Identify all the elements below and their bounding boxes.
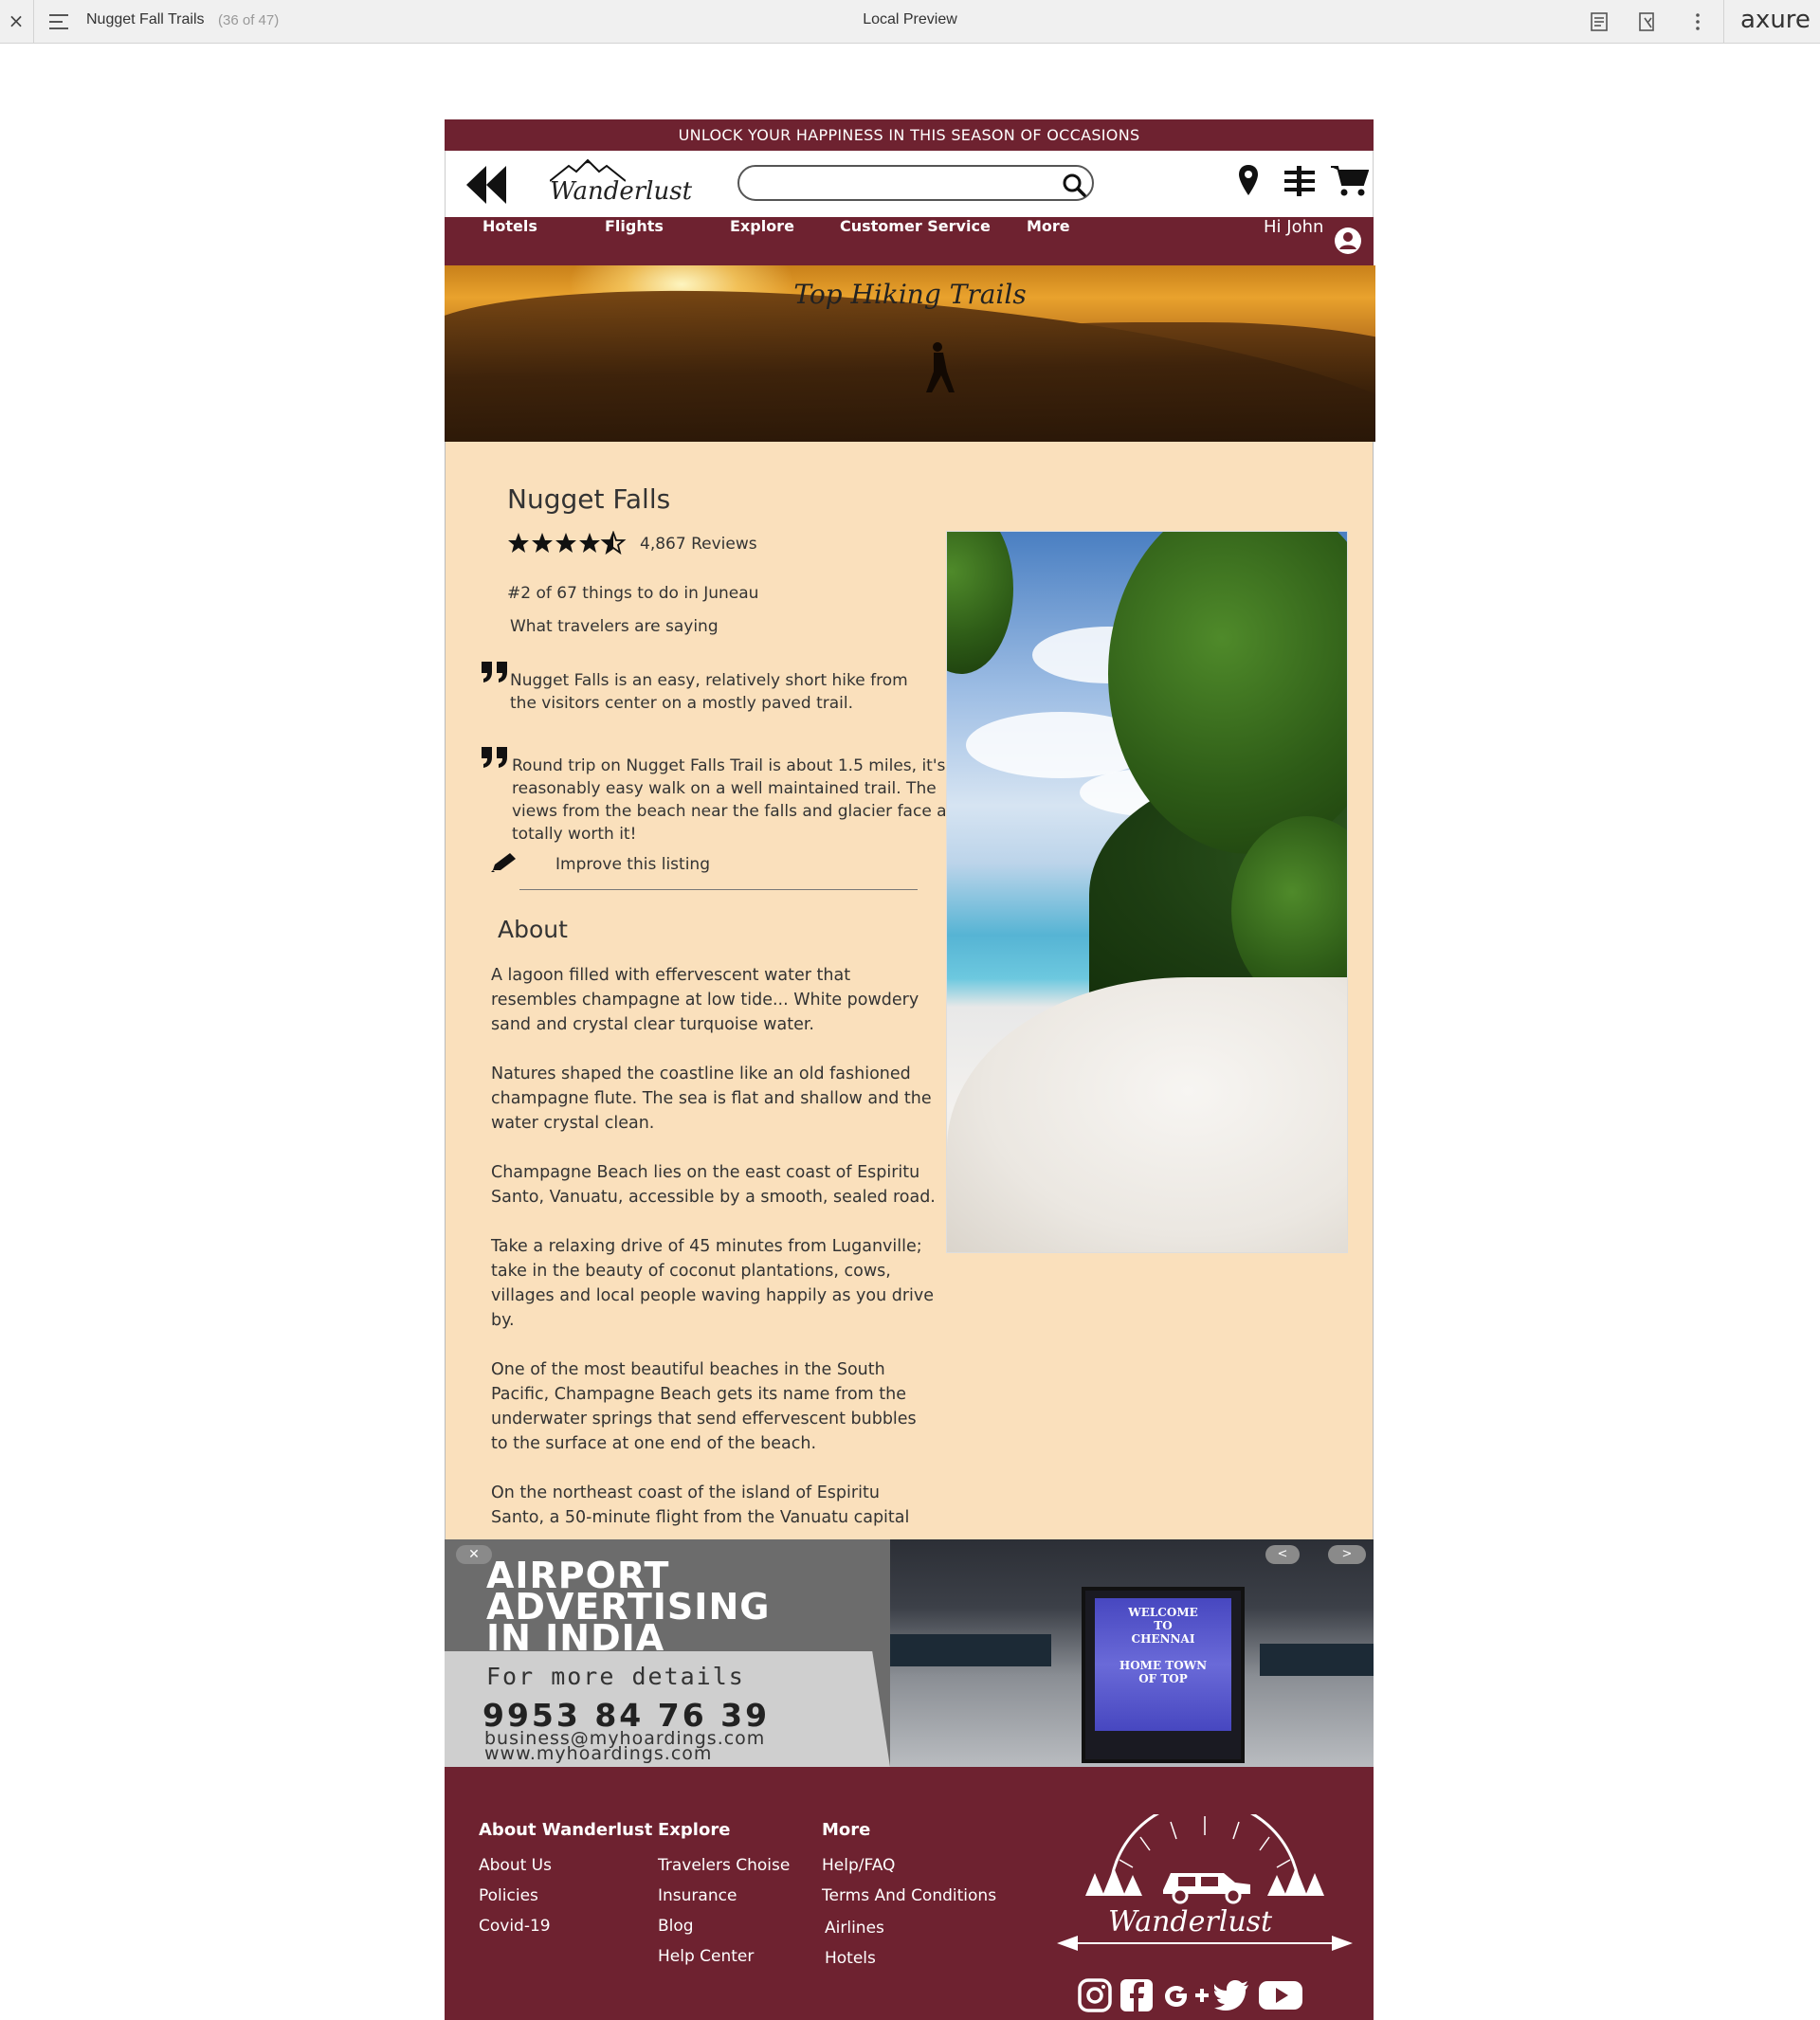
rating-stars-icon	[508, 532, 625, 554]
footer-link[interactable]: Help Center	[658, 1947, 754, 1966]
site-logo[interactable]: Wanderlust	[550, 177, 692, 206]
axure-logo: axure	[1740, 6, 1811, 34]
ad-prev-button[interactable]: <	[1265, 1545, 1300, 1564]
ad-screen-text: WELCOME TO CHENNAI HOME TOWN OF TOP	[1095, 1598, 1231, 1731]
listing-title: Nugget Falls	[507, 483, 671, 515]
about-paragraph: A lagoon filled with effervescent water …	[491, 966, 919, 1034]
preview-mode-label: Local Preview	[863, 11, 957, 27]
ad-contact: business@myhoardings.com www.myhoardings…	[484, 1730, 765, 1763]
ad-close-button[interactable]: ✕	[456, 1545, 492, 1564]
reviews-heading: What travelers are saying	[510, 617, 719, 636]
listing-rank: #2 of 67 things to do in Juneau	[507, 584, 759, 603]
twitter-icon[interactable]	[1214, 1978, 1250, 2012]
back-icon[interactable]	[466, 164, 506, 206]
improve-listing-link[interactable]: Improve this listing	[555, 855, 710, 874]
main-nav: Hotels Flights Explore Customer Service …	[445, 217, 1374, 265]
ad-counter-shape	[1260, 1644, 1374, 1676]
ad-display-screen: WELCOME TO CHENNAI HOME TOWN OF TOP	[1082, 1587, 1245, 1763]
divider	[519, 889, 918, 890]
inspect-icon[interactable]	[1636, 10, 1659, 33]
ad-next-button[interactable]: >	[1328, 1545, 1366, 1564]
site-header: Wanderlust	[445, 151, 1374, 217]
quote-icon	[482, 662, 507, 682]
preview-page-title: Nugget Fall Trails	[86, 11, 205, 27]
footer-link[interactable]: Airlines	[825, 1919, 884, 1938]
cart-icon[interactable]	[1331, 164, 1369, 198]
footer-link[interactable]: Blog	[658, 1917, 694, 1936]
about-paragraph: Champagne Beach lies on the east coast o…	[491, 1163, 936, 1207]
prototype-page: UNLOCK YOUR HAPPINESS IN THIS SEASON OF …	[445, 119, 1375, 2020]
preview-toolbar: × Nugget Fall Trails (36 of 47) Local Pr…	[0, 0, 1820, 44]
footer-link[interactable]: Covid-19	[479, 1917, 551, 1936]
about-paragraph: One of the most beautiful beaches in the…	[491, 1360, 917, 1453]
footer-link[interactable]: Terms And Conditions	[822, 1886, 996, 1905]
beach-photo	[946, 531, 1348, 1253]
facebook-icon[interactable]	[1119, 1978, 1154, 2012]
footer-logo[interactable]: Wanderlust	[1108, 1905, 1272, 1938]
preview-page-count: (36 of 47)	[218, 12, 280, 28]
more-icon[interactable]	[1686, 10, 1709, 33]
hero-title: Top Hiking Trails	[793, 279, 1027, 310]
traveler-quote: Round trip on Nugget Falls Trail is abou…	[512, 756, 963, 844]
nav-item-more[interactable]: More	[1027, 217, 1070, 265]
nav-item-flights[interactable]: Flights	[605, 217, 664, 265]
pencil-icon[interactable]	[489, 851, 518, 874]
advertisement-banner[interactable]: WELCOME TO CHENNAI HOME TOWN OF TOP AIRP…	[445, 1539, 1374, 1767]
footer-link[interactable]: Hotels	[825, 1949, 876, 1968]
google-plus-icon[interactable]	[1161, 1978, 1210, 2012]
promo-banner: UNLOCK YOUR HAPPINESS IN THIS SEASON OF …	[445, 119, 1374, 151]
close-preview-button[interactable]: ×	[6, 9, 27, 33]
user-greeting[interactable]: Hi John	[1264, 217, 1323, 265]
search-icon[interactable]	[1062, 173, 1086, 197]
footer-heading: Explore	[658, 1820, 731, 1840]
hero-banner: Top Hiking Trails	[445, 265, 1375, 442]
traveler-quote: Nugget Falls is an easy, relatively shor…	[510, 671, 908, 713]
nav-item-explore[interactable]: Explore	[730, 217, 794, 265]
footer-heading: More	[822, 1820, 871, 1840]
notes-icon[interactable]	[1588, 10, 1611, 33]
about-paragraph: On the northeast coast of the island of …	[491, 1483, 910, 1527]
filter-icon[interactable]	[1283, 166, 1316, 196]
location-icon[interactable]	[1238, 164, 1259, 196]
review-count[interactable]: 4,867 Reviews	[640, 535, 757, 554]
instagram-icon[interactable]	[1078, 1978, 1112, 2012]
toolbar-divider	[1723, 0, 1724, 44]
search-input[interactable]	[737, 165, 1094, 201]
hiker-silhouette	[926, 342, 955, 392]
footer-link[interactable]: About Us	[479, 1856, 552, 1875]
site-footer: About Wanderlust About Us Policies Covid…	[445, 1767, 1374, 2020]
youtube-icon[interactable]	[1258, 1978, 1303, 2012]
about-text: A lagoon filled with effervescent water …	[491, 963, 937, 1539]
footer-link[interactable]: Travelers Choise	[658, 1856, 790, 1875]
about-paragraph: Take a relaxing drive of 45 minutes from…	[491, 1237, 935, 1330]
footer-heading: About Wanderlust	[479, 1820, 653, 1840]
nav-item-customer-service[interactable]: Customer Service	[840, 217, 991, 265]
toolbar-divider	[33, 0, 34, 44]
nav-item-hotels[interactable]: Hotels	[482, 217, 537, 265]
sitemap-menu-icon[interactable]	[49, 12, 70, 31]
ad-counter-shape	[890, 1634, 1051, 1666]
footer-link[interactable]: Help/FAQ	[822, 1856, 895, 1875]
footer-link[interactable]: Insurance	[658, 1886, 737, 1905]
tree-canopy	[947, 532, 1013, 674]
user-account-icon[interactable]	[1334, 227, 1362, 255]
quote-icon	[482, 747, 507, 768]
footer-link[interactable]: Policies	[479, 1886, 538, 1905]
about-paragraph: Natures shaped the coastline like an old…	[491, 1065, 932, 1133]
ad-more-details: For more details	[486, 1663, 745, 1690]
beach-sand	[947, 977, 1347, 1252]
listing-content: Nugget Falls 4,867 Reviews #2 of 67 thin…	[445, 442, 1374, 1539]
ad-title: AIRPORT ADVERTISING IN INDIA	[486, 1555, 771, 1659]
ad-photo: WELCOME TO CHENNAI HOME TOWN OF TOP	[890, 1539, 1374, 1767]
about-heading: About	[498, 916, 568, 943]
